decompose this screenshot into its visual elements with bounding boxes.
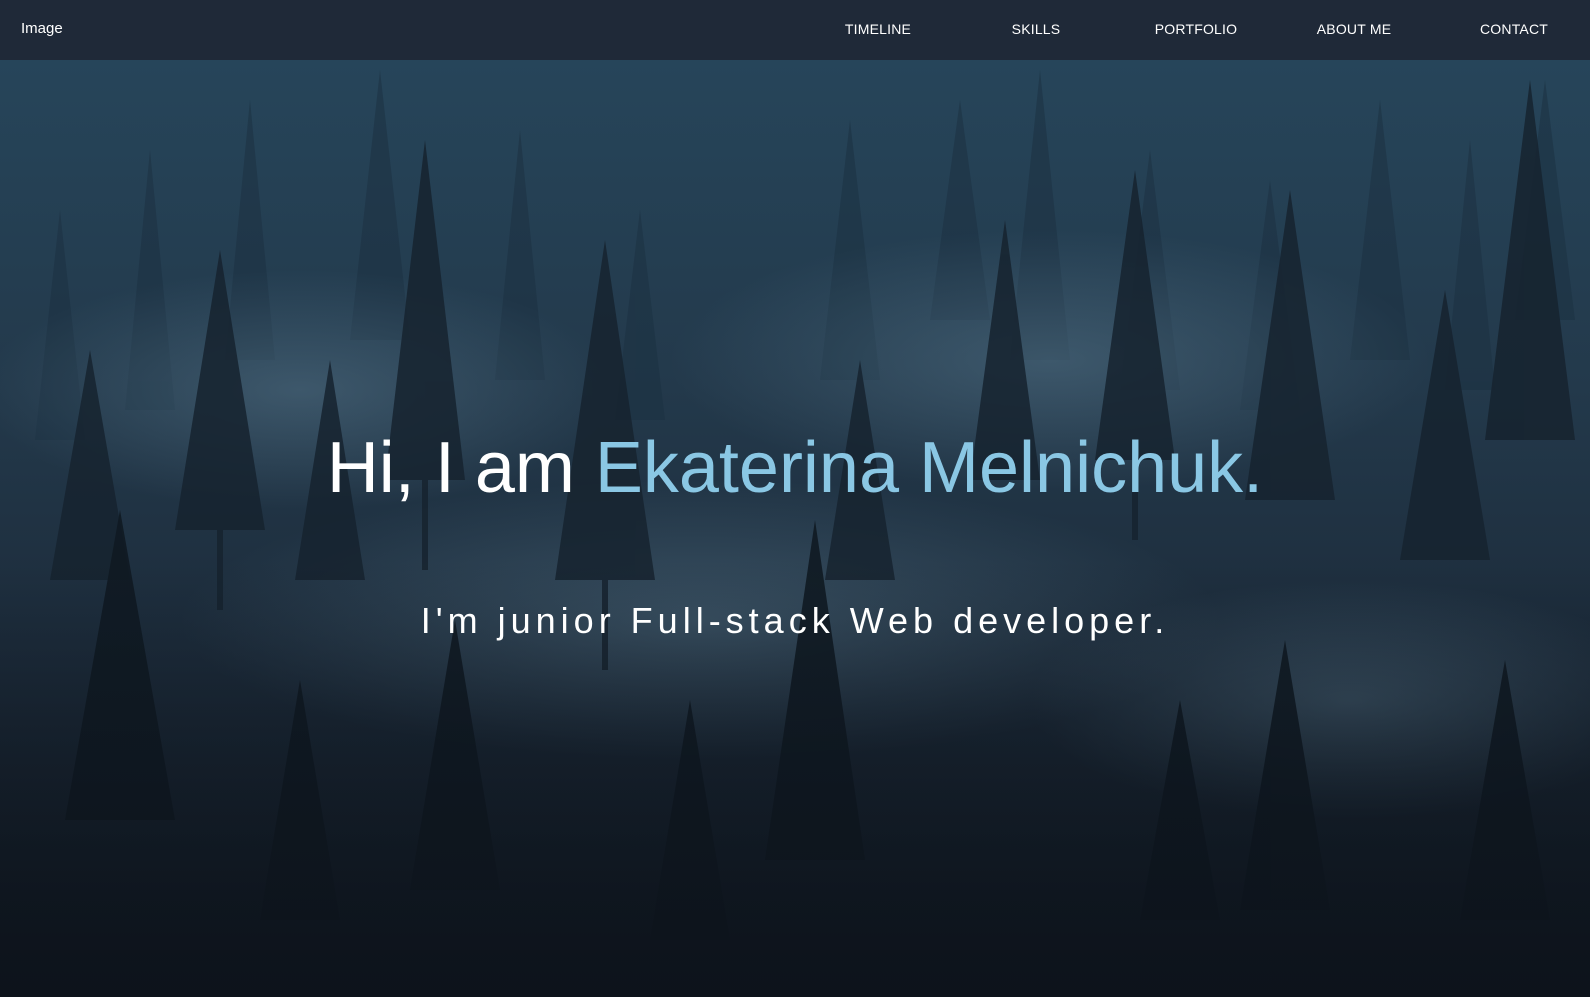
- foggy-forest-illustration: [0, 70, 1590, 997]
- page: Image TIMELINE SKILLS PORTFOLIO ABOUT ME…: [0, 0, 1590, 997]
- nav-link-timeline[interactable]: TIMELINE: [828, 19, 928, 39]
- navbar: Image TIMELINE SKILLS PORTFOLIO ABOUT ME…: [0, 0, 1590, 60]
- hero-background-foggy-forest: [0, 60, 1590, 997]
- hero-name: Ekaterina Melnichuk.: [594, 428, 1264, 508]
- hero-headline: Hi, I am Ekaterina Melnichuk.: [0, 420, 1590, 516]
- nav-link-contact[interactable]: CONTACT: [1464, 19, 1564, 39]
- nav-link-about-me[interactable]: ABOUT ME: [1301, 19, 1407, 39]
- hero-greeting: Hi, I am: [326, 428, 595, 508]
- hero-tagline: I'm junior Full-stack Web developer.: [420, 600, 1170, 641]
- nav-link-portfolio[interactable]: PORTFOLIO: [1144, 19, 1248, 39]
- nav-link-skills[interactable]: SKILLS: [986, 19, 1086, 39]
- brand-logo-link[interactable]: Image: [21, 19, 63, 39]
